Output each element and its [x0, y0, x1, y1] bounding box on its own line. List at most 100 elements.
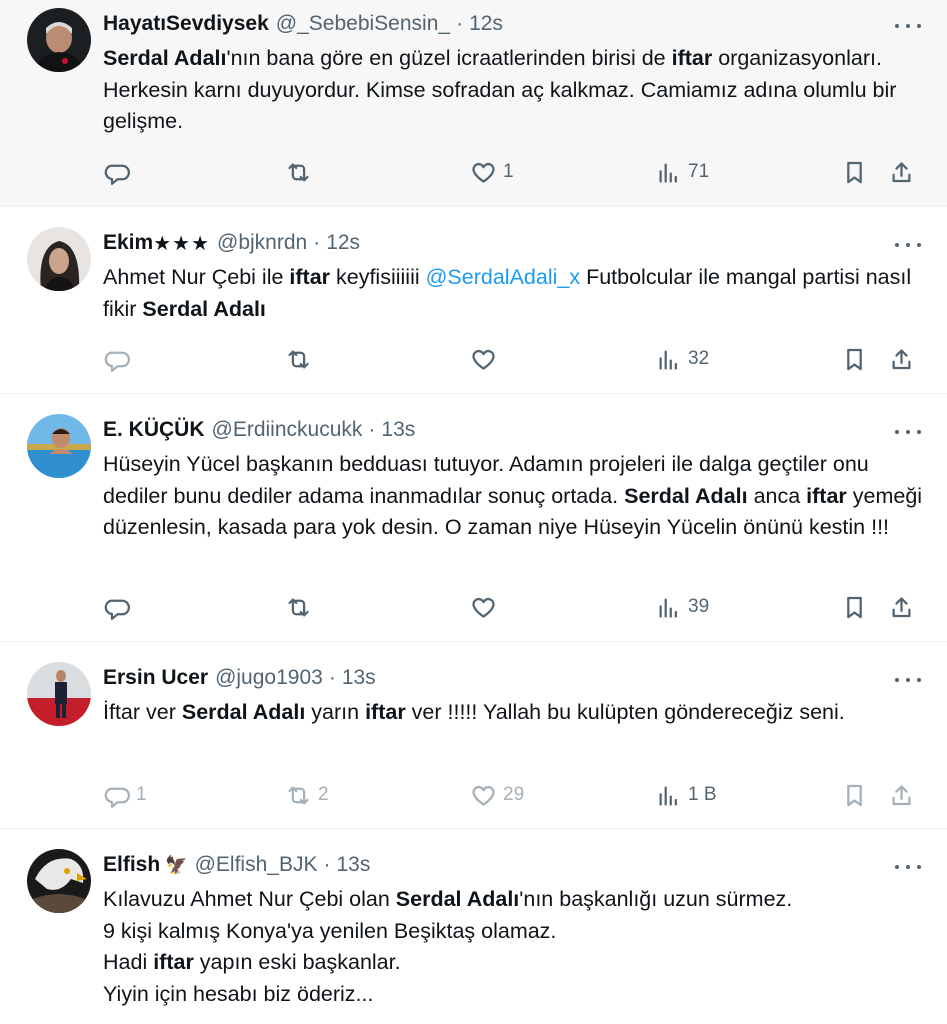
reply-button[interactable]: [103, 592, 130, 622]
reply-icon: [104, 351, 130, 372]
views-icon: [659, 598, 677, 618]
tweet[interactable]: Ekim ★★★ @bjknrdn · 12s Ahmet Nur Çebi i…: [0, 207, 947, 394]
tweet-text: Hüseyin Yücel başkanın bedduası tutuyor.…: [103, 449, 923, 544]
reply-icon: [104, 164, 130, 185]
tweet-text: Ahmet Nur Çebi ile iftar keyfisiiiiii @S…: [103, 262, 923, 325]
text-segment: Ahmet Nur Çebi ile: [103, 265, 290, 289]
heart-icon: [472, 785, 495, 806]
highlight-text: Serdal Adalı: [103, 46, 227, 70]
tweet-time[interactable]: 13s: [381, 418, 415, 442]
text-segment: 'nın bana göre en güzel icraatlerinden b…: [226, 46, 672, 70]
more-icon[interactable]: [895, 427, 921, 437]
highlight-text: Serdal Adalı: [624, 483, 748, 508]
tweet-time[interactable]: 13s: [336, 853, 370, 877]
tweet[interactable]: Ersin Ucer @jugo1903 · 13s İftar ver Ser…: [0, 642, 947, 829]
avatar[interactable]: [27, 849, 91, 913]
views-button[interactable]: 71: [655, 157, 709, 187]
mention-link[interactable]: @SerdalAdali_x: [426, 265, 581, 289]
tweet-feed: HayatıSevdiysek @_SebebiSensin_ · 12s Se…: [0, 0, 947, 1024]
share-button[interactable]: [888, 592, 915, 622]
author-name[interactable]: E. KÜÇÜK: [103, 418, 205, 442]
reply-button[interactable]: [103, 157, 130, 187]
author-name[interactable]: Ersin Ucer: [103, 666, 208, 690]
avatar[interactable]: [27, 8, 91, 72]
heart-icon: [472, 597, 495, 618]
tweet-time[interactable]: 13s: [342, 666, 376, 690]
like-button[interactable]: [470, 344, 497, 374]
views-button[interactable]: 39: [655, 592, 709, 622]
retweet-button[interactable]: [285, 344, 312, 374]
share-icon: [892, 784, 911, 805]
retweet-icon: [288, 786, 309, 804]
text-segment: Yiyin için hesabı biz öderiz...: [103, 981, 374, 1006]
tweet[interactable]: E. KÜÇÜK @Erdiinckucukk · 13s Hüseyin Yü…: [0, 394, 947, 642]
share-button[interactable]: [888, 344, 915, 374]
avatar[interactable]: [27, 227, 91, 291]
bookmark-button[interactable]: [841, 592, 868, 622]
more-icon[interactable]: [895, 21, 921, 31]
views-count: 1 B: [688, 784, 717, 805]
tweet-text: Serdal Adalı'nın bana göre en güzel icra…: [103, 43, 923, 138]
heart-icon: [472, 349, 495, 370]
reply-count: 1: [136, 784, 147, 805]
highlight-text: iftar: [671, 46, 713, 70]
text-segment: 'nın başkanlığı uzun sürmez.: [519, 887, 793, 911]
name-emoji: ★★★: [153, 232, 210, 255]
tweet[interactable]: HayatıSevdiysek @_SebebiSensin_ · 12s Se…: [0, 0, 947, 207]
reply-icon: [104, 599, 130, 620]
text-segment: Hadi: [103, 950, 154, 974]
views-count: 32: [688, 348, 710, 369]
like-count: 1: [503, 161, 514, 182]
like-count: 29: [503, 784, 525, 805]
author-name[interactable]: HayatıSevdiysek: [103, 12, 269, 36]
like-button[interactable]: [470, 592, 497, 622]
like-button[interactable]: 1: [470, 157, 514, 187]
retweet-button[interactable]: [285, 157, 312, 187]
tweet-time[interactable]: 12s: [469, 12, 503, 36]
highlight-text: iftar: [806, 483, 847, 508]
reply-button[interactable]: 1: [103, 780, 147, 810]
views-button[interactable]: 32: [655, 344, 709, 374]
author-handle[interactable]: @jugo1903: [215, 666, 323, 690]
bookmark-button[interactable]: [841, 157, 868, 187]
author-handle[interactable]: @_SebebiSensin_: [276, 12, 450, 36]
share-button[interactable]: [888, 157, 915, 187]
share-icon: [892, 596, 911, 617]
separator-dot: ·: [323, 853, 331, 876]
retweet-button[interactable]: [285, 592, 312, 622]
bookmark-button[interactable]: [841, 780, 868, 810]
tweet-actions: 32: [103, 344, 919, 374]
views-button[interactable]: 1 B: [655, 780, 717, 810]
share-icon: [892, 161, 911, 182]
avatar[interactable]: [27, 662, 91, 726]
more-icon[interactable]: [895, 240, 921, 250]
tweet[interactable]: Elfish 🦅 @Elfish_BJK · 13s Kılavuzu Ahme…: [0, 829, 947, 1024]
share-button[interactable]: [888, 780, 915, 810]
views-icon: [659, 786, 677, 806]
more-icon[interactable]: [895, 862, 921, 872]
text-segment: ver !!!!! Yallah bu kulüpten göndereceği…: [405, 700, 845, 724]
author-name[interactable]: Ekim: [103, 231, 153, 255]
text-segment: yarın: [305, 700, 366, 724]
share-icon: [892, 348, 911, 369]
views-count: 71: [688, 161, 710, 182]
reply-button[interactable]: [103, 344, 130, 374]
highlight-text: Serdal Adalı: [181, 700, 306, 724]
separator-dot: ·: [328, 666, 336, 689]
avatar[interactable]: [27, 414, 91, 478]
separator-dot: ·: [368, 418, 376, 441]
author-handle[interactable]: @bjknrdn: [217, 231, 307, 255]
retweet-button[interactable]: 2: [285, 780, 329, 810]
author-name[interactable]: Elfish: [103, 853, 160, 877]
like-button[interactable]: 29: [470, 780, 524, 810]
author-handle[interactable]: @Elfish_BJK: [195, 853, 318, 877]
text-segment: 9 kişi kalmış Konya'ya yenilen Beşiktaş …: [103, 918, 557, 943]
text-segment: keyfisiiiiii: [330, 265, 426, 289]
author-handle[interactable]: @Erdiinckucukk: [212, 418, 363, 442]
tweet-time[interactable]: 12s: [326, 231, 360, 255]
more-icon[interactable]: [895, 675, 921, 685]
heart-icon: [472, 162, 495, 183]
text-segment: İftar ver: [103, 700, 182, 724]
bookmark-button[interactable]: [841, 344, 868, 374]
tweet-text: İftar ver Serdal Adalı yarın iftar ver !…: [103, 697, 923, 729]
